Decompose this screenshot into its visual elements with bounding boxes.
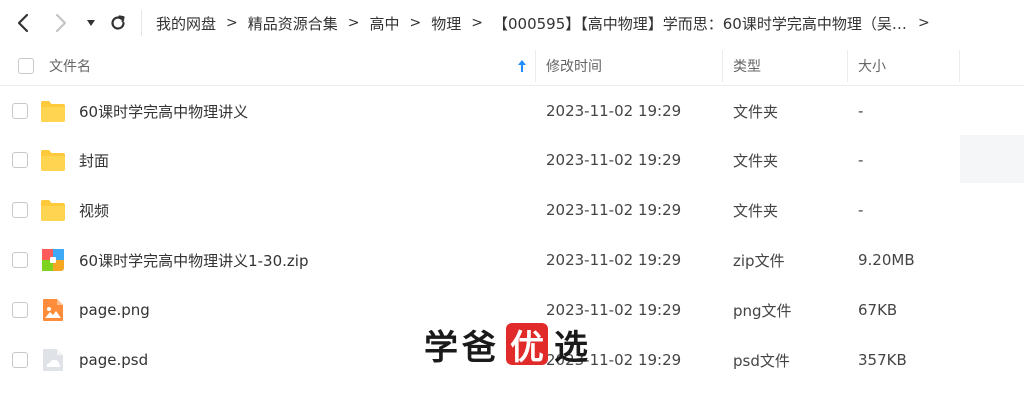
watermark-logo: 学爸 优 选: [424, 318, 592, 370]
file-modified-time: 2023-11-02 19:29: [546, 201, 682, 219]
file-list-header: 文件名 修改时间 类型 大小: [0, 46, 1024, 86]
folder-icon: [41, 200, 65, 221]
watermark-badge: 优: [506, 323, 548, 368]
file-type: zip文件: [733, 251, 785, 270]
breadcrumb-more-separator[interactable]: >: [918, 15, 930, 31]
file-row[interactable]: 60课时学完高中物理讲义1-30.zip 2023-11-02 19:29 zi…: [0, 235, 960, 285]
arrow-left-icon: [17, 13, 29, 33]
file-type: 文件夹: [733, 102, 779, 121]
folder-icon: [41, 101, 65, 122]
file-size: -: [858, 151, 864, 169]
breadcrumb-item-high-school[interactable]: 高中: [370, 13, 400, 34]
file-name[interactable]: 60课时学完高中物理讲义: [79, 86, 248, 136]
file-type: 文件夹: [733, 151, 779, 170]
nav-divider: [141, 10, 142, 36]
file-name[interactable]: 60课时学完高中物理讲义1-30.zip: [79, 235, 308, 285]
breadcrumb-item-physics[interactable]: 物理: [431, 13, 461, 34]
breadcrumb-separator: >: [409, 15, 422, 31]
file-type: psd文件: [733, 351, 790, 370]
breadcrumb-separator: >: [226, 15, 238, 31]
breadcrumb: 我的网盘 > 精品资源合集 > 高中 > 物理 > 【000595】【高中物理】…: [156, 0, 940, 46]
file-size: 357KB: [858, 351, 907, 369]
image-file-icon: [43, 299, 63, 321]
breadcrumb-separator: >: [471, 15, 483, 31]
breadcrumb-item-my-drive[interactable]: 我的网盘: [156, 13, 216, 34]
file-modified-time: 2023-11-02 19:29: [546, 151, 682, 169]
file-type: png文件: [733, 301, 792, 320]
back-button[interactable]: [8, 8, 38, 38]
column-header-modified[interactable]: 修改时间: [546, 46, 602, 86]
breadcrumb-item-current-folder[interactable]: 【000595】【高中物理】学而思：60课时学完高中物理（吴海波赵玮孙...: [493, 13, 908, 34]
column-divider[interactable]: [959, 50, 960, 82]
select-all-checkbox[interactable]: [18, 58, 34, 74]
file-size: 67KB: [858, 301, 898, 319]
sort-up-arrow-icon: [518, 60, 526, 72]
breadcrumb-separator: >: [347, 15, 360, 31]
folder-icon: [41, 150, 65, 171]
row-checkbox[interactable]: [12, 352, 28, 368]
file-row[interactable]: 视频 2023-11-02 19:29 文件夹 -: [0, 185, 960, 235]
row-checkbox[interactable]: [12, 103, 28, 119]
file-name[interactable]: 视频: [79, 185, 109, 235]
column-header-size[interactable]: 大小: [858, 46, 886, 86]
arrow-right-icon: [55, 13, 67, 33]
history-dropdown-button[interactable]: [76, 8, 106, 38]
file-name[interactable]: page.png: [79, 285, 150, 335]
row-checkbox[interactable]: [12, 152, 28, 168]
refresh-icon: [111, 15, 125, 30]
refresh-button[interactable]: [103, 8, 133, 38]
file-name[interactable]: 封面: [79, 135, 109, 185]
sort-ascending-button[interactable]: [517, 46, 527, 86]
row-checkbox[interactable]: [12, 302, 28, 318]
file-row[interactable]: 封面 2023-11-02 19:29 文件夹 -: [0, 135, 960, 185]
column-divider[interactable]: [847, 50, 848, 82]
column-divider[interactable]: [535, 50, 536, 82]
file-modified-time: 2023-11-02 19:29: [546, 251, 682, 269]
file-size: 9.20MB: [858, 251, 915, 269]
zip-file-icon: [42, 249, 64, 271]
psd-file-icon: [43, 349, 63, 371]
watermark-text: 学爸: [424, 327, 500, 368]
row-hover-highlight: [960, 135, 1024, 183]
file-row[interactable]: 60课时学完高中物理讲义 2023-11-02 19:29 文件夹 -: [0, 86, 960, 136]
file-size: -: [858, 201, 864, 219]
row-checkbox[interactable]: [12, 252, 28, 268]
file-modified-time: 2023-11-02 19:29: [546, 102, 682, 120]
file-size: -: [858, 102, 864, 120]
column-divider[interactable]: [722, 50, 723, 82]
watermark-text: 选: [554, 327, 592, 368]
forward-button[interactable]: [46, 8, 76, 38]
breadcrumb-item-collection[interactable]: 精品资源合集: [248, 13, 338, 34]
file-type: 文件夹: [733, 201, 779, 220]
row-checkbox[interactable]: [12, 202, 28, 218]
column-header-type[interactable]: 类型: [733, 46, 761, 86]
caret-down-icon: [87, 20, 95, 26]
file-name[interactable]: page.psd: [79, 335, 148, 385]
navigation-bar: 我的网盘 > 精品资源合集 > 高中 > 物理 > 【000595】【高中物理】…: [0, 0, 1024, 46]
column-header-name[interactable]: 文件名: [49, 46, 91, 86]
